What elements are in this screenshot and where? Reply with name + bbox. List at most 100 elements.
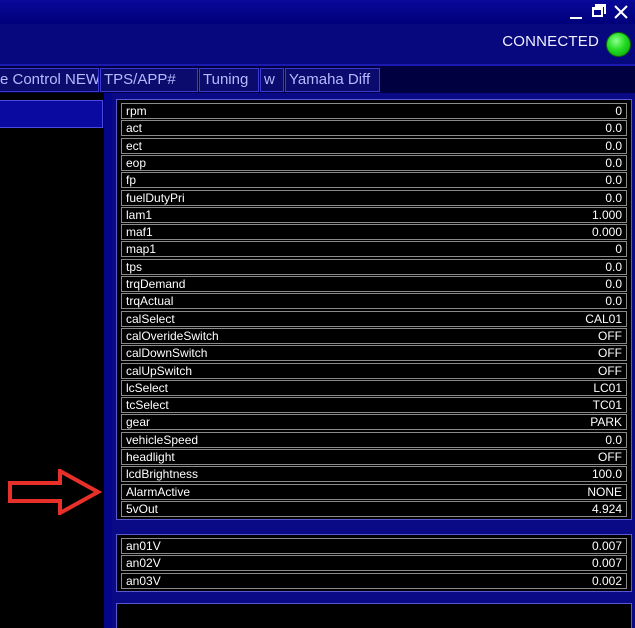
channel-name: tps <box>126 259 143 274</box>
channel-value: 100.0 <box>591 467 622 482</box>
tab-bar: e Control NEW TPS/APP# Tuning w Yamaha D… <box>0 66 635 93</box>
channel-name: calOverideSwitch <box>126 328 219 343</box>
channel-value: 0.0 <box>605 277 622 291</box>
channel-value: TC01 <box>592 398 622 413</box>
channel-value: 0.000 <box>591 225 622 240</box>
channel-value: 0.0 <box>605 432 622 447</box>
red-arrow-icon <box>8 469 102 515</box>
channel-row: vehicleSpeed 0.0 <box>121 431 627 448</box>
channel-name: trqActual <box>126 294 174 309</box>
analog-name: an02V <box>126 556 161 571</box>
minimize-button[interactable] <box>566 2 586 22</box>
channel-row: trqDemand 0.0 <box>121 276 627 292</box>
title-bar <box>0 0 635 24</box>
tab-label: e Control NEW <box>0 71 99 88</box>
channel-name: fuelDutyPri <box>126 190 185 205</box>
channel-row: 5vOut 4.924 <box>121 500 627 517</box>
channel-name: maf1 <box>126 225 153 240</box>
channel-name: calUpSwitch <box>126 363 193 378</box>
channel-value: 4.924 <box>591 501 622 516</box>
channel-name: lam1 <box>126 207 153 222</box>
channel-row: tps 0.0 <box>121 258 627 275</box>
channel-value: OFF <box>598 363 622 378</box>
analog-row: an03V 0.002 <box>121 572 627 589</box>
channel-value: 0.0 <box>605 155 622 170</box>
channel-row: rpm 0 <box>121 103 627 119</box>
channel-value: NONE <box>587 484 622 499</box>
channel-row: calOverideSwitch OFF <box>121 327 627 344</box>
channel-row: lcdBrightness 100.0 <box>121 466 627 483</box>
channel-name: eop <box>126 155 147 170</box>
channel-value: CAL01 <box>585 311 622 326</box>
channel-value: 0.0 <box>605 138 622 153</box>
analog-value: 0.007 <box>591 539 622 553</box>
channel-value: PARK <box>590 415 622 430</box>
channel-value: OFF <box>598 450 622 464</box>
tab-label: w <box>264 71 275 88</box>
channel-name: act <box>126 121 143 136</box>
channel-row: maf1 0.000 <box>121 224 627 241</box>
channel-name: calDownSwitch <box>126 346 208 361</box>
connection-status-text: CONNECTED <box>502 33 599 50</box>
panel-splitter[interactable] <box>104 93 112 628</box>
tab-yamaha-diff[interactable]: Yamaha Diff <box>285 68 380 92</box>
channel-value: OFF <box>598 328 622 343</box>
app-window: CONNECTED e Control NEW TPS/APP# Tuning … <box>0 0 635 628</box>
channel-row: tcSelect TC01 <box>121 397 627 414</box>
channel-row: headlight OFF <box>121 449 627 465</box>
minimize-icon <box>570 17 582 19</box>
channel-name: AlarmActive <box>126 484 191 499</box>
channel-row: trqActual 0.0 <box>121 293 627 310</box>
analog-value: 0.002 <box>591 573 622 588</box>
channel-row: calDownSwitch OFF <box>121 345 627 362</box>
analog-panel: an01V 0.007 an02V 0.007 an03V 0.002 <box>116 534 632 592</box>
channel-name: trqDemand <box>126 277 186 291</box>
tab-label: Tuning <box>203 71 249 88</box>
channel-name: ect <box>126 138 143 153</box>
channel-name: headlight <box>126 450 175 464</box>
channel-value: 0.0 <box>605 173 622 188</box>
channel-row: fuelDutyPri 0.0 <box>121 189 627 206</box>
channel-name: map1 <box>126 242 157 257</box>
maximize-button[interactable] <box>588 2 608 22</box>
channel-row: lcSelect LC01 <box>121 379 627 396</box>
channel-name: lcSelect <box>126 380 169 395</box>
channel-row: act 0.0 <box>121 120 627 137</box>
channel-row: gear PARK <box>121 414 627 431</box>
analog-row: an02V 0.007 <box>121 555 627 572</box>
tab-tps-app[interactable]: TPS/APP# <box>100 68 198 92</box>
tab-tuning[interactable]: Tuning <box>199 68 259 92</box>
channel-row: calUpSwitch OFF <box>121 362 627 379</box>
channel-row: ect 0.0 <box>121 137 627 154</box>
close-button[interactable] <box>611 2 631 22</box>
analog-name: an03V <box>126 573 161 588</box>
analog-row: an01V 0.007 <box>121 538 627 554</box>
tab-label: Yamaha Diff <box>289 71 371 88</box>
channel-name: gear <box>126 415 151 430</box>
channel-value: OFF <box>598 346 622 361</box>
channel-value: 1.000 <box>591 207 622 222</box>
tab-w[interactable]: w <box>260 68 284 92</box>
restore-icon <box>592 7 603 17</box>
channel-name: calSelect <box>126 311 175 326</box>
channel-value: 0 <box>615 104 622 118</box>
analog-name: an01V <box>126 539 161 553</box>
channel-row: calSelect CAL01 <box>121 310 627 327</box>
channel-name: rpm <box>126 104 147 118</box>
channel-value: 0.0 <box>605 121 622 136</box>
channel-name: lcdBrightness <box>126 467 199 482</box>
left-panel-header[interactable] <box>0 100 103 128</box>
channel-value: 0.0 <box>605 190 622 205</box>
channel-row: eop 0.0 <box>121 154 627 171</box>
channel-row: fp 0.0 <box>121 172 627 189</box>
channel-value: LC01 <box>593 380 622 395</box>
header-bar: CONNECTED <box>0 24 635 66</box>
analog-value: 0.007 <box>591 556 622 571</box>
channel-value: 0.0 <box>605 294 622 309</box>
channels-panel: rpm 0 act 0.0 ect 0.0 eop 0.0 fp 0.0 fuelDutyPri 0.… <box>116 99 632 520</box>
tab-label: TPS/APP# <box>104 71 176 88</box>
connection-status-led-icon <box>606 32 631 57</box>
close-icon <box>614 5 628 19</box>
channel-row: map1 0 <box>121 241 627 258</box>
tab-control-new[interactable]: e Control NEW <box>0 68 99 92</box>
